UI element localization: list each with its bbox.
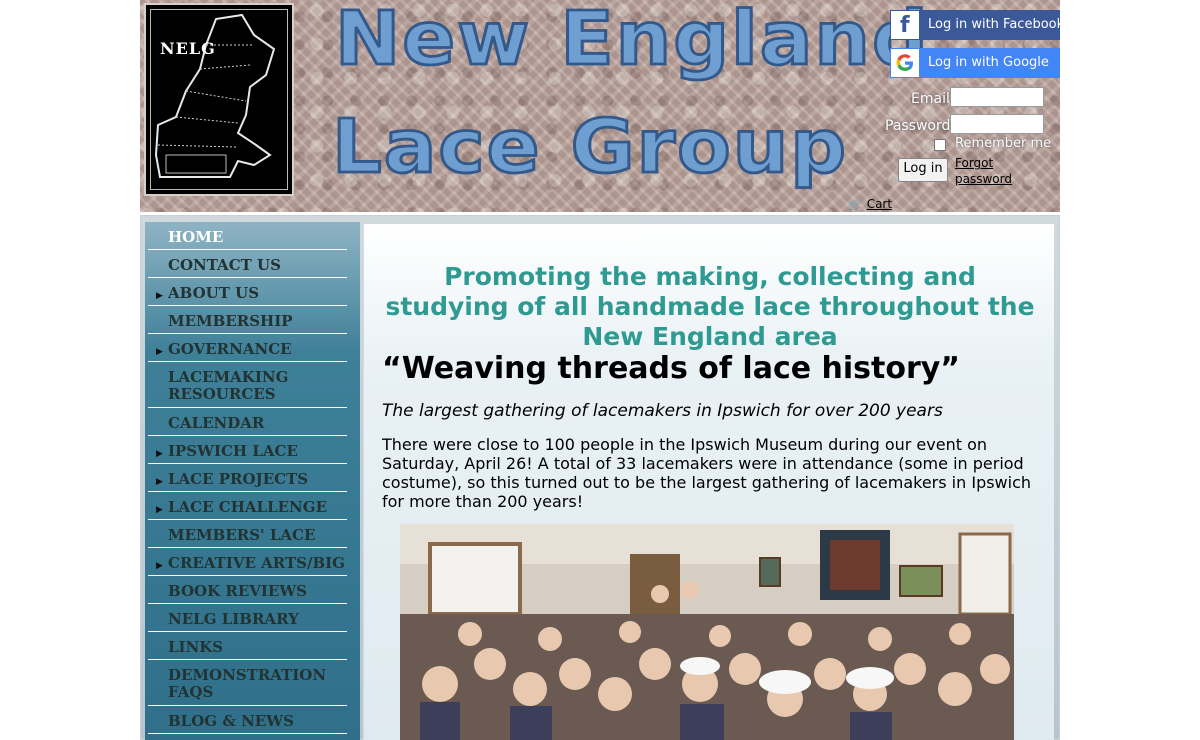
nav-label: IPSWICH LACE xyxy=(168,443,298,460)
nav-item-calendar[interactable]: CALENDAR xyxy=(148,408,347,436)
new-england-map-icon xyxy=(154,13,276,178)
triangle-right-icon: ▶ xyxy=(156,449,163,459)
nav-label: LACE CHALLENGE xyxy=(168,499,328,516)
event-photo xyxy=(400,524,1014,740)
triangle-right-icon: ▶ xyxy=(156,291,163,301)
cart-label: Cart xyxy=(866,197,893,211)
facebook-login-label: Log in with Facebook xyxy=(928,17,1060,32)
cart-link[interactable]: 🛒 Cart xyxy=(848,197,892,211)
triangle-right-icon: ▶ xyxy=(156,477,163,487)
nav-item-links[interactable]: LINKS xyxy=(148,632,347,660)
nav-item-governance[interactable]: ▶ GOVERNANCE xyxy=(148,334,347,362)
nav-label: BLOG & NEWS xyxy=(168,713,294,730)
google-login-label: Log in with Google xyxy=(928,55,1049,70)
nav-label: LINKS xyxy=(168,639,224,656)
site-title-line1[interactable]: New England xyxy=(334,1,930,78)
nav-label: BOOK REVIEWS xyxy=(168,583,308,600)
nav-item-lace-challenge[interactable]: ▶ LACE CHALLENGE xyxy=(148,492,347,520)
sidebar-nav: HOME CONTACT US ▶ ABOUT US MEMBERSHIP ▶ … xyxy=(145,222,360,740)
group-photo-illustration xyxy=(400,524,1014,740)
triangle-right-icon: ▶ xyxy=(156,505,163,515)
email-field[interactable] xyxy=(950,87,1044,107)
google-icon xyxy=(891,49,919,77)
password-label: Password xyxy=(885,118,951,134)
facebook-icon: f xyxy=(891,11,919,39)
logo-text: NELG xyxy=(160,39,216,58)
nav-label: GOVERNANCE xyxy=(168,341,292,358)
nav-label: CONTACT US xyxy=(168,257,281,274)
nav-label: MEMBERS' LACE xyxy=(168,527,316,544)
nav-item-ipswich-lace[interactable]: ▶ IPSWICH LACE xyxy=(148,436,347,464)
nav-label: HOME xyxy=(168,229,224,246)
nav-item-lacemaking-resources[interactable]: LACEMAKING RESOURCES xyxy=(148,362,347,408)
nav-item-creative-arts[interactable]: ▶ CREATIVE ARTS/BIG E xyxy=(148,548,348,576)
remember-me-label: Remember me xyxy=(955,136,1052,151)
nav-item-blog-news[interactable]: BLOG & NEWS xyxy=(148,706,347,734)
nav-item-nelg-library[interactable]: NELG LIBRARY xyxy=(148,604,347,632)
article-headline: “Weaving threads of lace history” xyxy=(382,351,961,386)
nav-label: DEMONSTRATION FAQS xyxy=(168,667,327,701)
triangle-right-icon: ▶ xyxy=(156,347,163,357)
nav-label: LACEMAKING RESOURCES xyxy=(168,369,289,403)
email-label: Email xyxy=(911,91,950,107)
nav-label: NELG LIBRARY xyxy=(168,611,299,628)
nav-item-book-reviews[interactable]: BOOK REVIEWS xyxy=(148,576,347,604)
forgot-password-link[interactable]: Forgot password xyxy=(955,155,1025,187)
nav-item-demonstration-faqs[interactable]: DEMONSTRATION FAQS xyxy=(148,660,347,706)
site-header: NELG New England Lace Group f Log in wit… xyxy=(140,0,1060,212)
password-field[interactable] xyxy=(950,114,1044,134)
google-login-button[interactable]: Log in with Google xyxy=(890,48,1060,78)
nav-label: CALENDAR xyxy=(168,415,265,432)
nav-item-members-lace[interactable]: MEMBERS' LACE xyxy=(148,520,347,548)
facebook-login-button[interactable]: f Log in with Facebook xyxy=(890,10,1060,40)
nav-label: ABOUT US xyxy=(168,285,260,302)
site-logo[interactable]: NELG xyxy=(144,3,294,196)
login-button[interactable]: Log in xyxy=(898,158,948,182)
nav-label: LACE PROJECTS xyxy=(168,471,309,488)
nav-item-about-us[interactable]: ▶ ABOUT US xyxy=(148,278,347,306)
nav-item-membership[interactable]: MEMBERSHIP xyxy=(148,306,347,334)
remember-me-checkbox[interactable] xyxy=(934,139,946,151)
article-paragraph: There were close to 100 people in the Ip… xyxy=(382,435,1032,511)
nav-item-lace-projects[interactable]: ▶ LACE PROJECTS xyxy=(148,464,347,492)
article-subheadline: The largest gathering of lacemakers in I… xyxy=(382,401,943,421)
site-title-line2[interactable]: Lace Group xyxy=(330,109,848,186)
nav-label: MEMBERSHIP xyxy=(168,313,293,330)
nav-item-home[interactable]: HOME xyxy=(148,222,347,250)
nav-label: CREATIVE ARTS/BIG E xyxy=(168,555,348,572)
nav-item-contact-us[interactable]: CONTACT US xyxy=(148,250,347,278)
site-tagline: Promoting the making, collecting and stu… xyxy=(385,262,1035,351)
triangle-right-icon: ▶ xyxy=(156,561,163,571)
cart-icon: 🛒 xyxy=(848,198,862,211)
